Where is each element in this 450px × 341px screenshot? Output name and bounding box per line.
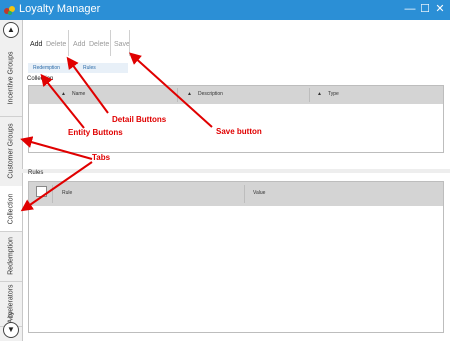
annotation-arrows xyxy=(20,52,213,212)
annotation-detail-buttons: Detail Buttons xyxy=(112,115,167,124)
arrow-tabs-lower xyxy=(20,161,93,212)
arrow-detail-buttons xyxy=(66,56,109,114)
annotation-entity-buttons: Entity Buttons xyxy=(68,128,123,137)
annotation-tabs: Tabs xyxy=(92,153,111,162)
annotation-save-button: Save button xyxy=(216,127,262,136)
arrow-entity-buttons xyxy=(40,73,85,129)
arrow-tabs-upper xyxy=(20,136,93,160)
